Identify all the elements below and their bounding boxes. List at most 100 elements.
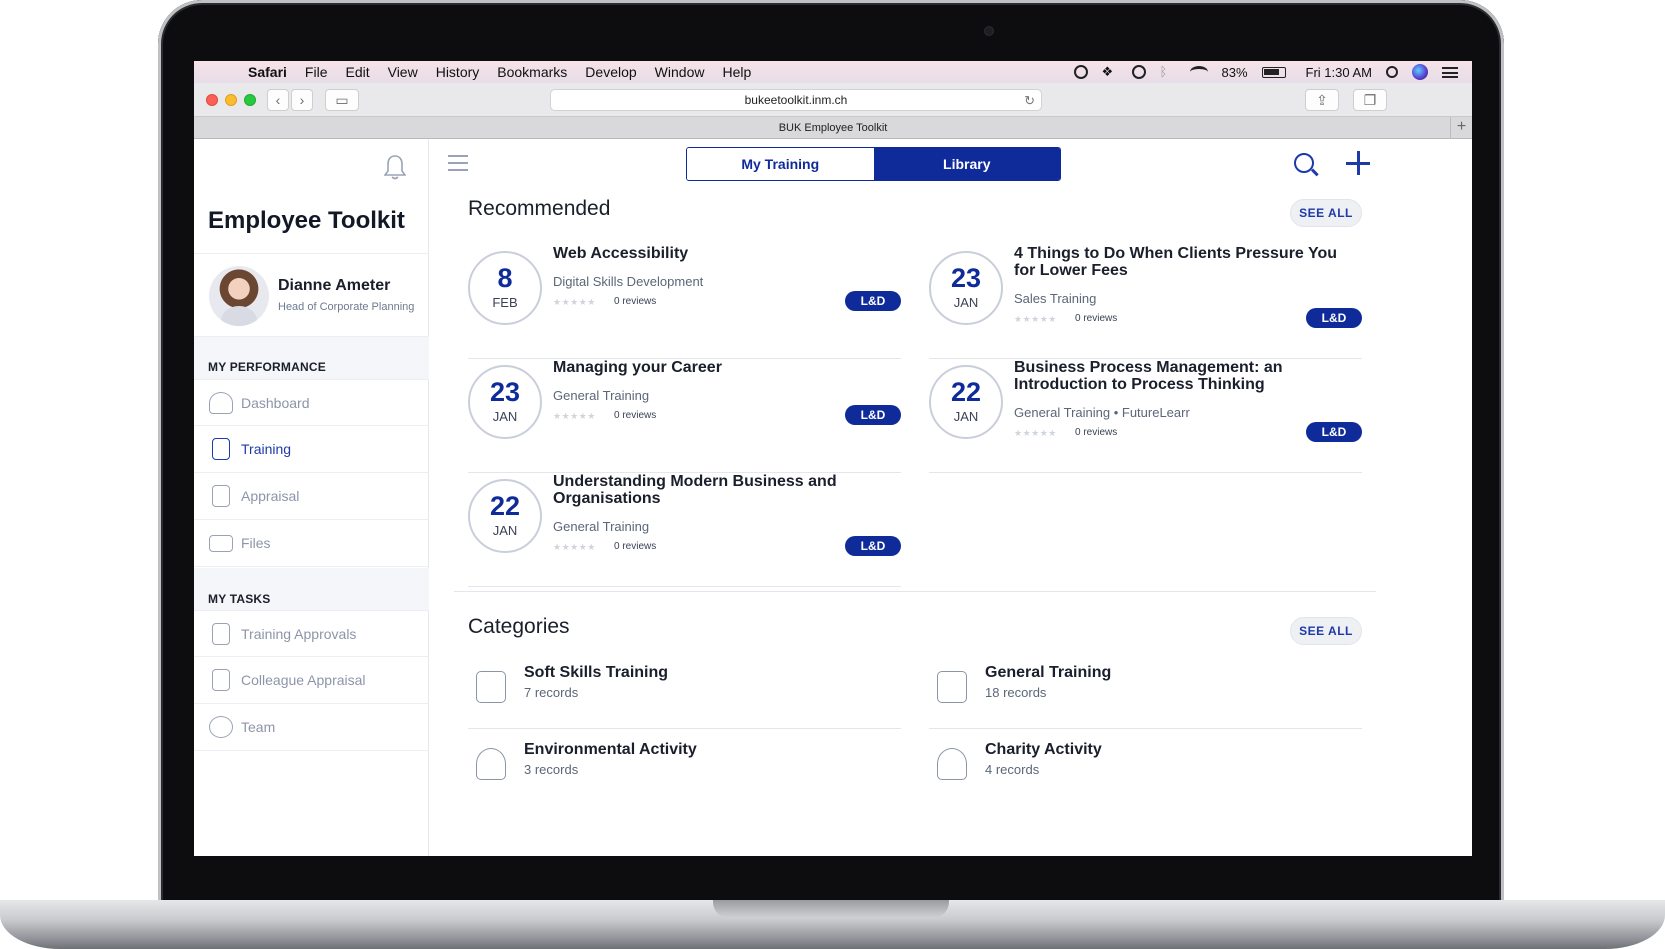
- category-general-training[interactable]: General Training 18 records: [929, 655, 1362, 729]
- training-card-modern-business[interactable]: 22 JAN Understanding Modern Business and…: [468, 473, 901, 587]
- camera: [984, 26, 994, 36]
- clipboard-check-icon: [212, 622, 230, 645]
- tab-my-training[interactable]: My Training: [687, 148, 874, 180]
- card-title[interactable]: Web Accessibility: [553, 245, 883, 262]
- category-soft-skills[interactable]: Soft Skills Training 7 records: [468, 655, 901, 729]
- recommended-title: Recommended: [468, 197, 611, 220]
- bluetooth-icon[interactable]: ᛒ: [1160, 65, 1176, 79]
- reload-icon[interactable]: ↻: [1024, 90, 1035, 111]
- sidebar-item-colleague-appraisal[interactable]: Colleague Appraisal: [194, 657, 429, 704]
- category-name: Soft Skills Training: [524, 664, 669, 681]
- ld-badge: L&D: [1306, 308, 1362, 328]
- card-title[interactable]: Understanding Modern Business and Organi…: [553, 473, 883, 507]
- tabs-overview-button[interactable]: ❐: [1353, 89, 1387, 111]
- app: Employee Toolkit Dianne Ameter Head of C…: [194, 139, 1472, 856]
- sidebar-item-appraisal[interactable]: Appraisal: [194, 473, 429, 520]
- minimize-window-button[interactable]: [225, 94, 237, 106]
- menu-bookmarks[interactable]: Bookmarks: [497, 64, 567, 80]
- date-day: 8: [497, 263, 513, 293]
- training-card-managing-career[interactable]: 23 JAN Managing your Career General Trai…: [468, 359, 901, 473]
- review-count: 0 reviews: [614, 541, 657, 552]
- clipboard-check-icon: [212, 669, 230, 691]
- menu-edit[interactable]: Edit: [345, 64, 369, 80]
- notebook-icon: [937, 671, 967, 703]
- sidebar-item-team[interactable]: Team: [194, 704, 429, 751]
- dashboard-gauge-icon: [209, 391, 233, 414]
- tab-title[interactable]: BUK Employee Toolkit: [779, 122, 888, 134]
- share-button[interactable]: ⇪: [1305, 89, 1339, 111]
- category-charity[interactable]: Charity Activity 4 records: [929, 732, 1362, 806]
- battery-icon[interactable]: [1261, 66, 1286, 78]
- training-card-web-accessibility[interactable]: 8 FEB Web Accessibility Digital Skills D…: [468, 245, 901, 359]
- see-all-recommended-button[interactable]: SEE ALL: [1290, 199, 1362, 227]
- category-count: 18 records: [985, 685, 1047, 700]
- card-title[interactable]: 4 Things to Do When Clients Pressure You…: [1014, 245, 1344, 279]
- training-card-clients-pressure[interactable]: 23 JAN 4 Things to Do When Clients Press…: [929, 245, 1362, 359]
- date-badge: 23 JAN: [929, 251, 1003, 325]
- menu-app-name[interactable]: Safari: [248, 64, 287, 80]
- clock[interactable]: Fri 1:30 AM: [1306, 65, 1372, 80]
- card-title[interactable]: Managing your Career: [553, 359, 883, 376]
- battery-percent: 83%: [1221, 64, 1248, 80]
- date-month: JAN: [953, 409, 979, 424]
- notification-center-icon[interactable]: [1442, 66, 1458, 78]
- siri-icon[interactable]: [1412, 64, 1428, 80]
- menu-history[interactable]: History: [436, 64, 480, 80]
- menu-bar: Safari File Edit View History Bookmarks …: [194, 61, 1472, 83]
- ld-badge: L&D: [1306, 422, 1362, 442]
- card-category: Digital Skills Development: [553, 274, 704, 289]
- user-profile[interactable]: Dianne Ameter Head of Corporate Planning: [194, 253, 429, 337]
- hamburger-menu-icon[interactable]: [448, 155, 468, 171]
- add-icon[interactable]: [1346, 151, 1370, 175]
- sidebar-item-training[interactable]: Training: [194, 426, 429, 473]
- date-day: 22: [489, 491, 521, 521]
- menu-view[interactable]: View: [388, 64, 418, 80]
- see-all-categories-button[interactable]: SEE ALL: [1290, 617, 1362, 645]
- new-tab-button[interactable]: +: [1450, 117, 1472, 139]
- date-day: 23: [950, 263, 982, 293]
- rating-stars: ★★★★★: [1014, 314, 1057, 324]
- card-title[interactable]: Business Process Management: an Introduc…: [1014, 359, 1344, 393]
- team-icon: [209, 716, 233, 738]
- rating-stars: ★★★★★: [1014, 428, 1057, 438]
- sidebar-item-label: Appraisal: [241, 488, 300, 504]
- time-machine-icon[interactable]: [1131, 65, 1146, 79]
- review-count: 0 reviews: [1075, 313, 1118, 324]
- rating-stars: ★★★★★: [553, 411, 596, 421]
- search-icon[interactable]: [1294, 153, 1314, 173]
- sidebar-item-training-approvals[interactable]: Training Approvals: [194, 610, 429, 657]
- close-window-button[interactable]: [206, 94, 218, 106]
- clipboard-star-icon: [212, 485, 230, 507]
- menu-file[interactable]: File: [305, 64, 328, 80]
- skype-icon[interactable]: [1073, 65, 1088, 79]
- tab-library[interactable]: Library: [873, 148, 1060, 180]
- sidebar-item-dashboard[interactable]: Dashboard: [194, 379, 429, 426]
- section-divider: [454, 591, 1376, 592]
- category-count: 3 records: [524, 762, 579, 777]
- category-environmental[interactable]: Environmental Activity 3 records: [468, 732, 901, 806]
- user-name: Dianne Ameter: [278, 277, 391, 294]
- back-button[interactable]: ‹: [267, 89, 289, 111]
- training-card-business-process[interactable]: 22 JAN Business Process Management: an I…: [929, 359, 1362, 473]
- address-text: bukeetoolkit.inm.ch: [744, 93, 848, 107]
- sidebar-item-files[interactable]: Files: [194, 520, 429, 567]
- sidebar-toggle-button[interactable]: ▭: [325, 89, 359, 111]
- menu-window[interactable]: Window: [655, 64, 705, 80]
- menu-help[interactable]: Help: [722, 64, 751, 80]
- menu-develop[interactable]: Develop: [585, 64, 636, 80]
- book-icon: [212, 438, 230, 460]
- tasks-header: MY TASKS: [208, 592, 271, 606]
- address-bar[interactable]: bukeetoolkit.inm.ch ↻: [550, 89, 1042, 111]
- bell-icon[interactable]: [384, 154, 406, 180]
- date-month: JAN: [953, 295, 979, 310]
- zoom-window-button[interactable]: [244, 94, 256, 106]
- wifi-icon[interactable]: [1189, 66, 1208, 78]
- sidebar: Employee Toolkit Dianne Ameter Head of C…: [194, 139, 429, 856]
- dropbox-icon[interactable]: ❖: [1102, 65, 1118, 79]
- forward-button[interactable]: ›: [291, 89, 313, 111]
- spotlight-icon[interactable]: [1386, 66, 1398, 78]
- plant-hand-icon: [476, 748, 506, 780]
- sidebar-item-label: Team: [241, 719, 276, 735]
- date-badge: 8 FEB: [468, 251, 542, 325]
- date-month: JAN: [492, 523, 518, 538]
